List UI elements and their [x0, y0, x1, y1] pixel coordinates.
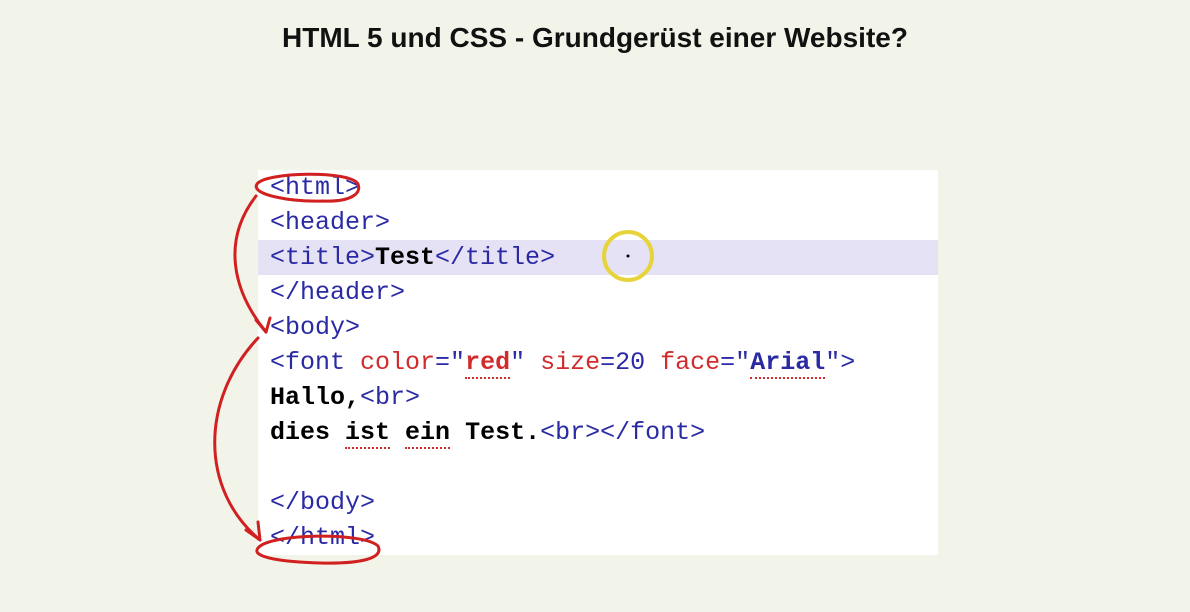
- attr-face: face: [645, 348, 720, 377]
- font-close-tag: </font>: [600, 418, 705, 447]
- code-line-8: dies ist ein Test.<br></font>: [258, 415, 938, 450]
- text-ein: ein: [405, 418, 450, 449]
- br-tag-2: <br>: [540, 418, 600, 447]
- code-line-2: <header>: [258, 205, 938, 240]
- font-open: <font: [270, 348, 345, 377]
- val-arial: Arial: [750, 348, 825, 379]
- code-line-4: </header>: [258, 275, 938, 310]
- val-red: red: [465, 348, 510, 379]
- text-hallo: Hallo,: [270, 383, 360, 412]
- header-open-tag: <header>: [270, 208, 390, 237]
- attr-color: color: [345, 348, 435, 377]
- header-close-tag: </header>: [270, 278, 405, 307]
- body-open-tag: <body>: [270, 313, 360, 342]
- br-tag-1: <br>: [360, 383, 420, 412]
- code-line-3-highlighted: <title>Test</title>: [258, 240, 938, 275]
- body-close-tag: </body>: [270, 488, 375, 517]
- code-line-1: <html>: [258, 170, 938, 205]
- code-line-9-blank: [258, 450, 938, 485]
- title-text: Test: [375, 243, 435, 272]
- code-line-7: Hallo,<br>: [258, 380, 938, 415]
- title-open-tag: <title>: [270, 243, 375, 272]
- code-line-10: </body>: [258, 485, 938, 520]
- title-close-tag: </title>: [435, 243, 555, 272]
- html-open-tag: <html>: [270, 173, 360, 202]
- html-close-tag: </html>: [270, 523, 375, 552]
- val-size: 20: [615, 348, 645, 377]
- attr-size: size: [525, 348, 600, 377]
- code-editor: <html> <header> <title>Test</title> </he…: [258, 170, 938, 555]
- code-line-5: <body>: [258, 310, 938, 345]
- code-line-6: <font color="red" size=20 face="Arial">: [258, 345, 938, 380]
- text-dies: dies: [270, 418, 345, 447]
- arrow-annotation-to-html-close: [215, 338, 260, 540]
- text-test: Test.: [465, 418, 540, 447]
- page-title: HTML 5 und CSS - Grundgerüst einer Websi…: [0, 0, 1190, 54]
- code-line-11: </html>: [258, 520, 938, 555]
- text-ist: ist: [345, 418, 390, 449]
